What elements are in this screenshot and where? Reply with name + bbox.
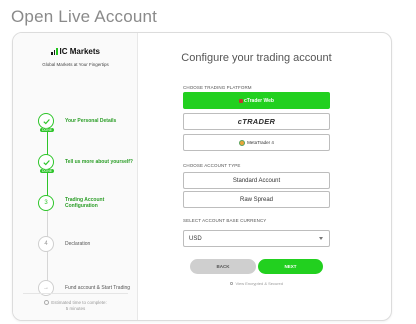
step-label: Tell us more about yourself? bbox=[65, 159, 133, 165]
wizard-card: IC Markets Global Markets at Your Finger… bbox=[12, 32, 392, 321]
platform-name: MetaTrader 4 bbox=[247, 140, 274, 145]
currency-label: SELECT ACCOUNT BASE CURRENCY bbox=[183, 218, 267, 223]
platform-name: cTrader Web bbox=[244, 97, 274, 104]
lock-icon bbox=[229, 282, 234, 286]
divider bbox=[23, 293, 128, 294]
account-type-label: CHOOSE ACCOUNT TYPE bbox=[183, 163, 241, 168]
estimate-line2: 5 minutes bbox=[65, 306, 86, 311]
back-button[interactable]: BACK bbox=[190, 259, 256, 274]
step-label: Declaration bbox=[65, 241, 91, 247]
currency-value: USD bbox=[189, 235, 202, 242]
metatrader4-logo: MetaTrader 4 bbox=[239, 139, 274, 146]
account-type-raw-spread[interactable]: Raw Spread bbox=[183, 191, 330, 208]
page-title: Open Live Account bbox=[11, 7, 158, 26]
step-done-icon: DONE bbox=[38, 154, 55, 173]
step-number: 4 bbox=[38, 236, 54, 252]
done-badge: DONE bbox=[40, 128, 55, 132]
step-label: Fund account & Start Trading bbox=[65, 285, 131, 291]
platform-label: CHOOSE TRADING PLATFORM bbox=[183, 85, 252, 90]
step-done-icon: DONE bbox=[38, 113, 55, 132]
ctrader-web-logo: cTrader Web bbox=[239, 98, 274, 104]
ic-markets-logo: IC Markets bbox=[51, 47, 100, 56]
progress-sidebar: IC Markets Global Markets at Your Finger… bbox=[13, 33, 138, 320]
chevron-down-icon bbox=[319, 237, 323, 240]
clock-icon bbox=[44, 300, 50, 306]
logo-bars-icon bbox=[51, 48, 58, 55]
platform-option-ctrader[interactable]: cTRADER bbox=[183, 113, 330, 130]
brand: IC Markets Global Markets at Your Finger… bbox=[13, 42, 138, 67]
form-headline: Configure your trading account bbox=[181, 52, 332, 64]
step-label: Your Personal Details bbox=[65, 118, 117, 124]
step-declaration: 4 Declaration bbox=[38, 236, 135, 252]
step-number: 3 bbox=[38, 195, 54, 211]
secured-note: View Encrypted & Secured bbox=[183, 281, 330, 286]
ctrader-mark-icon bbox=[239, 98, 244, 103]
ctrader-logo: cTRADER bbox=[237, 117, 276, 126]
secured-text: View Encrypted & Secured bbox=[235, 281, 283, 286]
step-personal-details[interactable]: DONE Your Personal Details bbox=[38, 113, 135, 132]
brand-name: IC Markets bbox=[59, 47, 100, 56]
step-about-yourself[interactable]: DONE Tell us more about yourself? bbox=[38, 154, 135, 173]
estimate-line1: Estimated time to complete: bbox=[51, 300, 107, 305]
configuration-form: Configure your trading account CHOOSE TR… bbox=[181, 33, 331, 320]
step-label: Trading Account Configuration bbox=[65, 197, 105, 209]
brand-tagline: Global Markets at Your Fingertips bbox=[42, 62, 109, 67]
account-type-standard[interactable]: Standard Account bbox=[183, 172, 330, 189]
done-badge: DONE bbox=[40, 169, 55, 173]
platform-option-ctrader-web[interactable]: cTrader Web bbox=[183, 92, 330, 109]
metatrader-mark-icon bbox=[239, 139, 246, 146]
currency-select[interactable]: USD bbox=[183, 230, 330, 247]
step-account-configuration[interactable]: 3 Trading Account Configuration bbox=[38, 195, 135, 211]
platform-option-metatrader4[interactable]: MetaTrader 4 bbox=[183, 134, 330, 151]
next-button[interactable]: NEXT bbox=[258, 259, 323, 274]
estimated-time: Estimated time to complete: 5 minutes bbox=[13, 300, 138, 312]
